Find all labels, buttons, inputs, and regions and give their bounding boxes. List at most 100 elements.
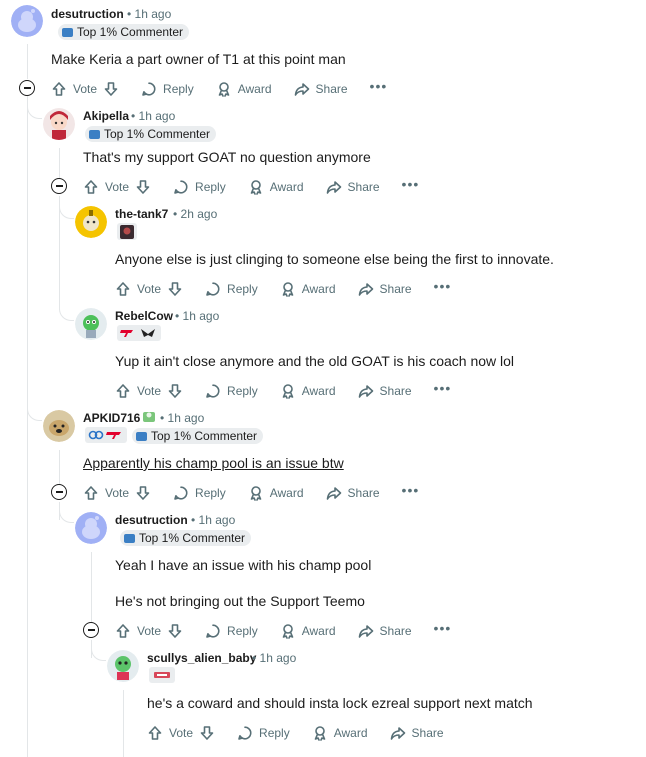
downvote-icon[interactable]	[167, 623, 183, 639]
thread-line	[27, 44, 28, 79]
vote-label: Vote	[137, 624, 162, 638]
more-options-button[interactable]: •••	[402, 177, 420, 191]
share-button[interactable]: Share	[358, 383, 412, 399]
upvote-icon[interactable]	[51, 81, 67, 97]
share-label: Share	[379, 624, 412, 638]
reply-button[interactable]: Reply	[173, 179, 226, 195]
collapse-button[interactable]	[51, 484, 67, 500]
avatar[interactable]	[43, 108, 75, 140]
username[interactable]: desutruction	[51, 7, 124, 21]
comment-body: Make Keria a part owner of T1 at this po…	[51, 51, 346, 67]
avatar[interactable]	[107, 650, 139, 682]
avatar[interactable]	[75, 206, 107, 238]
downvote-icon[interactable]	[199, 725, 215, 741]
comment-actions: Vote Reply Award Share •••	[51, 79, 409, 99]
upvote-icon[interactable]	[83, 485, 99, 501]
more-options-button[interactable]: •••	[402, 483, 420, 497]
flair-label: Top 1% Commenter	[77, 25, 184, 39]
downvote-icon[interactable]	[135, 485, 151, 501]
award-button[interactable]: Award	[280, 281, 336, 297]
thread-curve	[27, 406, 42, 421]
share-icon	[358, 385, 373, 398]
downvote-icon[interactable]	[103, 81, 119, 97]
award-label: Award	[269, 486, 304, 500]
reply-label: Reply	[195, 180, 226, 194]
more-options-button[interactable]: •••	[434, 279, 452, 293]
shield-icon	[124, 533, 135, 543]
upvote-icon[interactable]	[115, 383, 131, 399]
team-logo-icon	[88, 430, 121, 440]
share-button[interactable]: Share	[294, 81, 348, 97]
shield-icon	[136, 431, 147, 441]
vote-label: Vote	[105, 180, 130, 194]
share-icon	[358, 283, 373, 296]
timestamp: • 1h ago	[252, 651, 297, 665]
username[interactable]: the-tank7	[115, 207, 168, 221]
upvote-icon[interactable]	[147, 725, 163, 741]
reply-button[interactable]: Reply	[205, 623, 258, 639]
timestamp: • 1h ago	[160, 411, 205, 425]
comment-actions: Vote Reply Award Share •••	[115, 279, 473, 299]
more-options-button[interactable]: •••	[370, 79, 388, 93]
time-text: 1h ago	[134, 7, 172, 21]
collapse-button[interactable]	[83, 622, 99, 638]
username[interactable]: desutruction	[115, 513, 188, 527]
avatar[interactable]	[75, 512, 107, 544]
reply-icon	[174, 486, 188, 500]
reply-icon	[238, 726, 252, 740]
more-options-icon: •••	[401, 482, 420, 498]
downvote-icon[interactable]	[167, 281, 183, 297]
thread-curve	[59, 204, 74, 219]
thread-curve	[27, 104, 42, 119]
share-button[interactable]: Share	[326, 179, 380, 195]
collapse-button[interactable]	[51, 178, 67, 194]
reply-button[interactable]: Reply	[237, 725, 290, 741]
avatar[interactable]	[11, 5, 43, 37]
reply-button[interactable]: Reply	[205, 383, 258, 399]
downvote-icon[interactable]	[135, 179, 151, 195]
more-options-button[interactable]: •••	[434, 381, 452, 395]
award-button[interactable]: Award	[280, 623, 336, 639]
upvote-icon[interactable]	[115, 623, 131, 639]
collapse-button[interactable]	[19, 80, 35, 96]
downvote-icon[interactable]	[167, 383, 183, 399]
reply-icon	[206, 624, 220, 638]
time-text: 2h ago	[180, 207, 218, 221]
comment-body: Anyone else is just clinging to someone …	[115, 251, 554, 267]
more-options-button[interactable]: •••	[434, 621, 452, 635]
flair-label: Top 1% Commenter	[139, 531, 246, 545]
username[interactable]: APKID716	[83, 411, 140, 425]
avatar[interactable]	[75, 308, 107, 340]
thread-curve	[91, 646, 106, 661]
award-button[interactable]: Award	[280, 383, 336, 399]
award-button[interactable]: Award	[248, 485, 304, 501]
vote-control: Vote	[115, 623, 183, 639]
username[interactable]: scullys_alien_baby	[147, 651, 256, 665]
reply-button[interactable]: Reply	[173, 485, 226, 501]
award-icon	[314, 726, 326, 741]
user-flair-image	[117, 223, 137, 240]
avatar[interactable]	[43, 410, 75, 442]
more-options-icon: •••	[433, 620, 452, 636]
reply-button[interactable]: Reply	[205, 281, 258, 297]
share-label: Share	[379, 282, 412, 296]
upvote-icon[interactable]	[83, 179, 99, 195]
comment-body-link[interactable]: Apparently his champ pool is an issue bt…	[83, 455, 344, 471]
username[interactable]: RebelCow	[115, 309, 173, 323]
award-button[interactable]: Award	[216, 81, 272, 97]
vote-control: Vote	[83, 485, 151, 501]
share-button[interactable]: Share	[326, 485, 380, 501]
comment-actions: Vote Reply Award Share •••	[115, 621, 473, 641]
reply-button[interactable]: Reply	[141, 81, 194, 97]
award-label: Award	[301, 624, 336, 638]
award-button[interactable]: Award	[248, 179, 304, 195]
share-button[interactable]: Share	[358, 281, 412, 297]
award-button[interactable]: Award	[312, 725, 368, 741]
share-button[interactable]: Share	[358, 623, 412, 639]
user-flair: Top 1% Commenter	[132, 428, 264, 444]
share-button[interactable]: Share	[390, 725, 444, 741]
reply-label: Reply	[195, 486, 226, 500]
timestamp: • 1h ago	[131, 109, 176, 123]
username[interactable]: Akipella	[83, 109, 129, 123]
upvote-icon[interactable]	[115, 281, 131, 297]
